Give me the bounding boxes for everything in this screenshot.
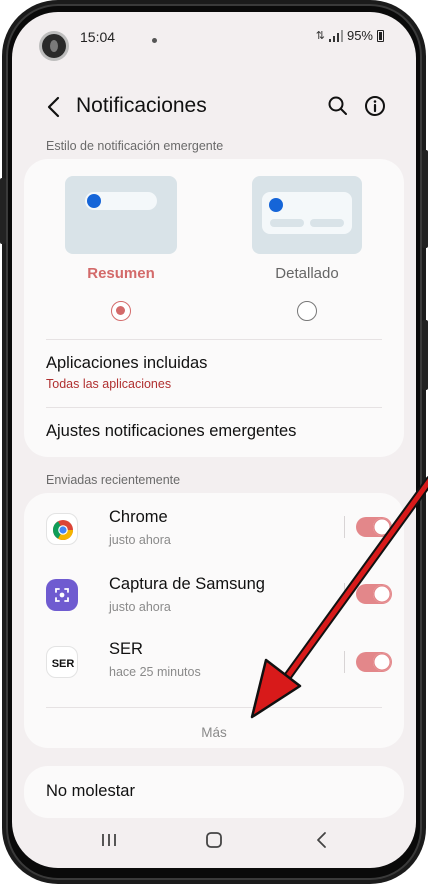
ser-toggle[interactable] xyxy=(356,652,392,672)
popup-settings-row[interactable]: Ajustes notificaciones emergentes xyxy=(24,408,404,456)
popup-style-card: Resumen Detallado Aplicaciones incluidas… xyxy=(24,159,404,457)
page-title: Notificaciones xyxy=(76,94,207,117)
notification-dot-icon xyxy=(152,38,157,43)
back-icon xyxy=(47,96,60,118)
app-time: justo ahora xyxy=(109,533,171,547)
preview-button-left xyxy=(270,219,304,227)
clock: 15:04 xyxy=(80,29,116,45)
app-time: hace 25 minutos xyxy=(109,665,201,679)
battery-percent: 95% xyxy=(346,28,373,43)
ser-icon: SER xyxy=(46,646,78,678)
summary-radio[interactable] xyxy=(111,301,131,321)
detailed-preview[interactable] xyxy=(252,176,362,254)
separator xyxy=(344,516,345,538)
home-button[interactable] xyxy=(199,826,229,854)
app-row-ser[interactable]: SER SER hace 25 minutos xyxy=(24,629,404,697)
detailed-label: Detallado xyxy=(275,265,339,282)
screen: 15:04 ⇅ 95% Notificaciones Estilo de not… xyxy=(12,12,416,868)
svg-text:SER: SER xyxy=(52,658,75,670)
front-camera xyxy=(42,34,66,58)
samsung-capture-icon xyxy=(46,579,78,611)
recents-button[interactable] xyxy=(94,826,124,854)
summary-label: Resumen xyxy=(87,265,155,282)
info-button[interactable] xyxy=(363,94,387,118)
nav-back-button[interactable] xyxy=(307,826,337,854)
samsung-capture-toggle[interactable] xyxy=(356,584,392,604)
chrome-toggle[interactable] xyxy=(356,517,392,537)
separator xyxy=(344,583,345,605)
back-icon xyxy=(317,832,326,848)
info-icon xyxy=(365,96,385,116)
signal-icon xyxy=(328,29,343,42)
preview-dot-icon xyxy=(269,198,283,212)
status-bar: 15:04 ⇅ 95% xyxy=(12,12,416,58)
search-button[interactable] xyxy=(326,94,350,118)
app-header: Notificaciones xyxy=(12,82,416,132)
recent-apps-card: Chrome justo ahora Captura de Samsung ju… xyxy=(24,493,404,748)
side-key xyxy=(422,150,428,248)
included-apps-row[interactable]: Aplicaciones incluidas Todas las aplicac… xyxy=(24,340,404,406)
preview-dot-icon xyxy=(87,194,101,208)
popup-settings-title: Ajustes notificaciones emergentes xyxy=(46,422,297,440)
volume-button xyxy=(0,178,6,244)
section-label-recent: Enviadas recientemente xyxy=(46,473,181,487)
included-apps-subtitle: Todas las aplicaciones xyxy=(46,377,172,391)
status-icons: ⇅ 95% xyxy=(316,28,384,43)
app-name: Chrome xyxy=(109,508,168,526)
included-apps-title: Aplicaciones incluidas xyxy=(46,354,208,372)
app-time: justo ahora xyxy=(109,600,171,614)
search-icon xyxy=(328,96,347,115)
more-button[interactable]: Más xyxy=(24,725,404,740)
navigation-bar xyxy=(12,820,416,860)
do-not-disturb-title: No molestar xyxy=(46,782,135,800)
summary-preview[interactable] xyxy=(65,176,177,254)
divider xyxy=(46,707,382,708)
app-row-samsung-capture[interactable]: Captura de Samsung justo ahora xyxy=(24,561,404,629)
vibrate-icon: ⇅ xyxy=(315,30,325,42)
app-name: Captura de Samsung xyxy=(109,575,265,593)
battery-icon xyxy=(377,29,384,42)
detailed-radio[interactable] xyxy=(297,301,317,321)
section-label-popup-style: Estilo de notificación emergente xyxy=(46,139,224,153)
chrome-icon xyxy=(46,513,78,545)
app-name: SER xyxy=(109,640,143,658)
separator xyxy=(344,651,345,673)
home-icon xyxy=(206,832,222,848)
app-row-chrome[interactable]: Chrome justo ahora xyxy=(24,493,404,561)
recents-icon xyxy=(102,834,116,846)
preview-button-right xyxy=(310,219,344,227)
power-button xyxy=(422,320,428,390)
do-not-disturb-card[interactable]: No molestar xyxy=(24,766,404,818)
back-button[interactable] xyxy=(42,92,66,122)
